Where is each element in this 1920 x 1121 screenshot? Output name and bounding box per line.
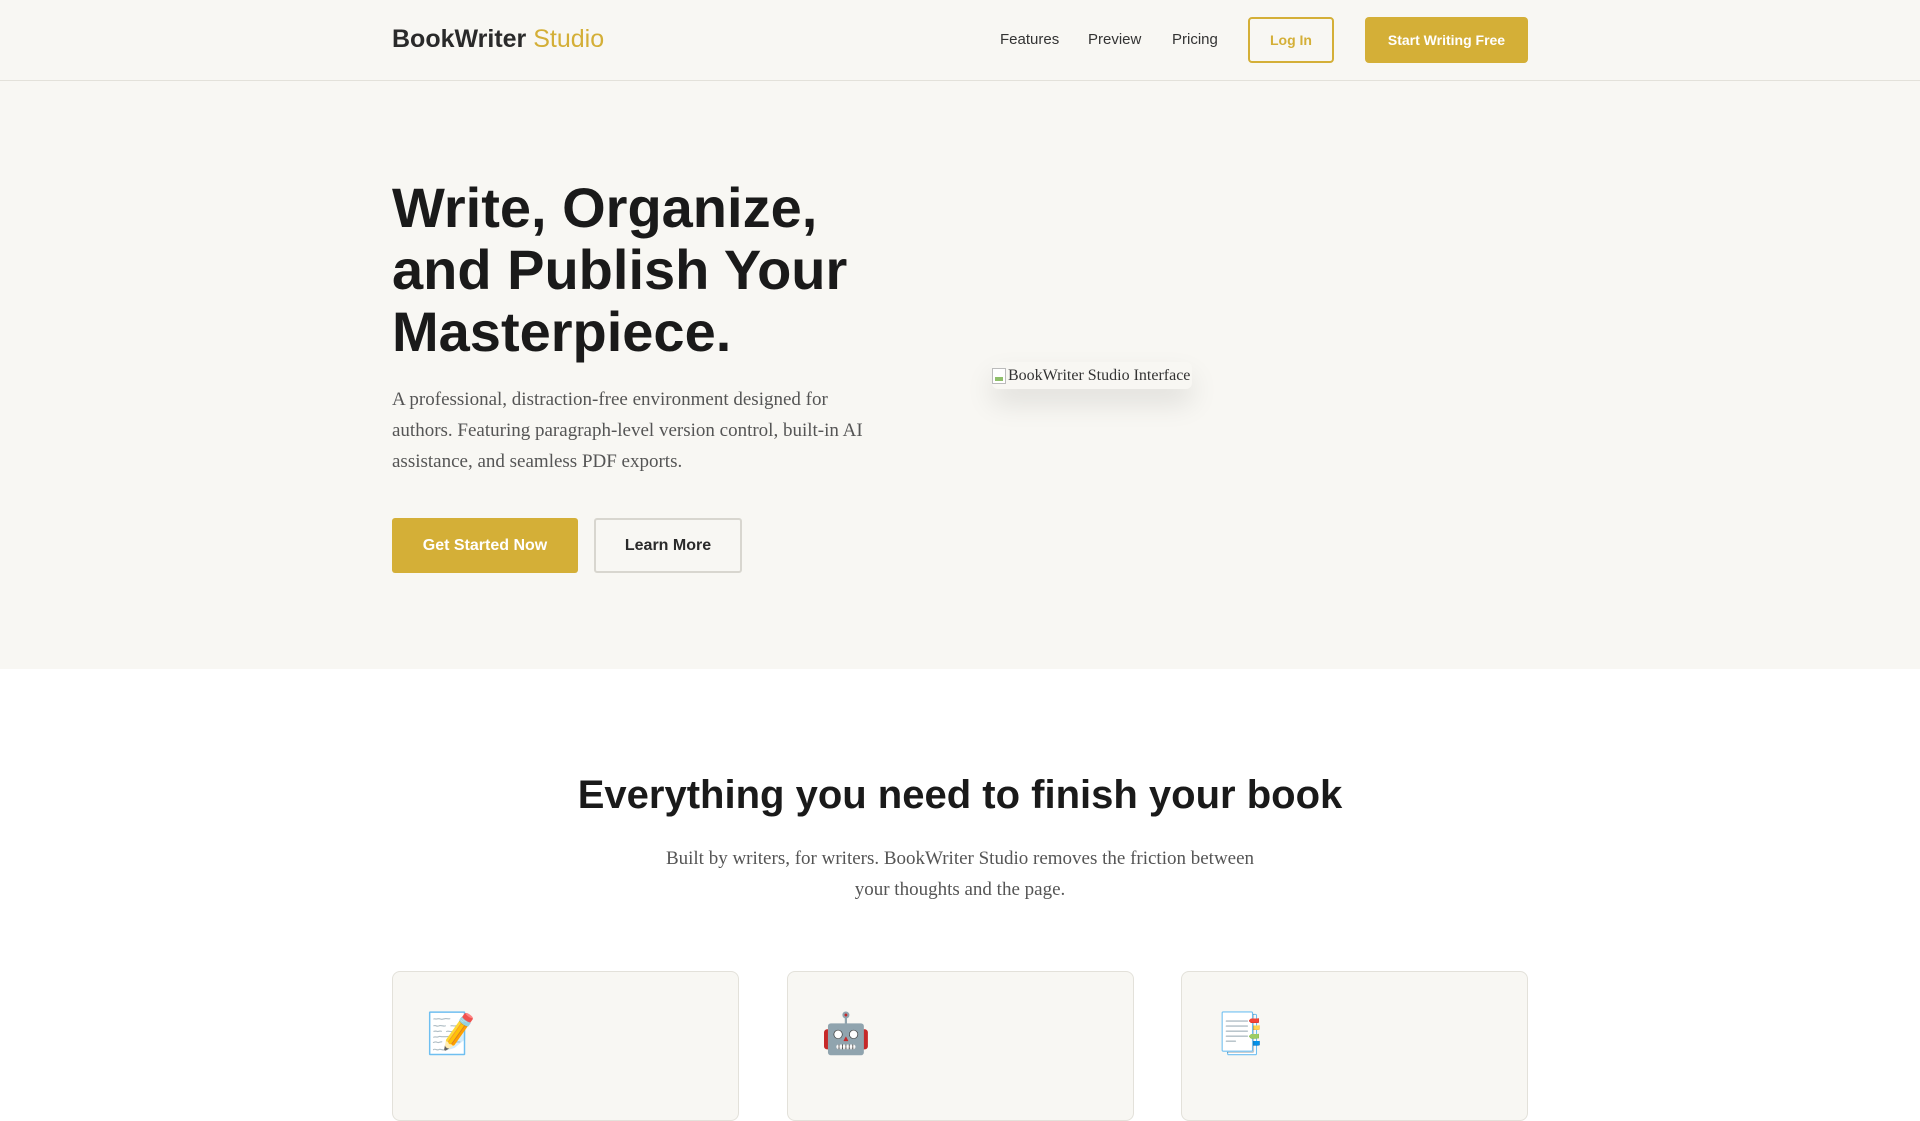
features-section: Everything you need to finish your book … [0,669,1920,1121]
nav-link-features[interactable]: Features [1000,31,1059,48]
feature-card: 🤖 [787,971,1134,1121]
logo[interactable]: BookWriter Studio [392,25,604,54]
hero-title: Write, Organize, and Publish Your Master… [392,176,848,363]
logo-accent: Studio [533,25,605,53]
feature-card: 📝 [392,971,739,1121]
feature-card: 📑 [1181,971,1528,1121]
features-subtitle: Built by writers, for writers. BookWrite… [665,848,1255,900]
hero-image-alt: BookWriter Studio Interface [1008,366,1191,384]
get-started-button[interactable]: Get Started Now [392,518,578,573]
hero-image: BookWriter Studio Interface [992,362,1192,389]
nav-link-pricing[interactable]: Pricing [1172,31,1218,48]
logo-main: BookWriter [392,25,527,53]
broken-image-icon [992,367,1006,384]
features-title: Everything you need to finish your book [577,773,1343,817]
start-writing-button[interactable]: Start Writing Free [1365,17,1528,63]
nav-link-preview[interactable]: Preview [1088,31,1141,48]
login-button[interactable]: Log In [1248,17,1334,63]
hero-section: Write, Organize, and Publish Your Master… [0,81,1920,669]
memo-icon: 📝 [426,1012,476,1056]
site-header: BookWriter Studio Features Preview Prici… [0,0,1920,81]
robot-icon: 🤖 [821,1012,871,1056]
learn-more-button[interactable]: Learn More [594,518,742,573]
bookmark-tabs-icon: 📑 [1215,1012,1265,1056]
hero-description: A professional, distraction-free environ… [392,389,863,472]
